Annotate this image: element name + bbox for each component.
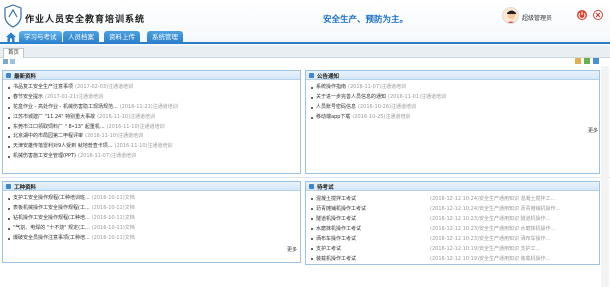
tab-study-exam[interactable]: 学习与考试 <box>19 31 62 44</box>
exam-row[interactable]: 装载机操作工考试 (2016-12-12 10:19)安全生产通用知识 装载机操作… <box>306 254 599 264</box>
list-item[interactable]: 支护工安全操作规程(工种培训班... (2016-10-11)文档 <box>3 194 300 204</box>
list-item[interactable]: 东莞市江口领取饲料厂 " 8•13" 起重机... (2016-11-10)注通道… <box>3 123 300 133</box>
page-tab-bar: 首页 <box>0 46 610 58</box>
list-icon <box>6 184 11 189</box>
list-item[interactable]: 移动端app下载 (2016-10-25)注通道培训 <box>306 113 599 123</box>
tab-home-page[interactable]: 首页 <box>3 48 25 58</box>
work-type-list: 支护工安全操作规程(工种培训班... (2016-10-11)文档 表板机械操作工… <box>3 191 300 243</box>
close-icon <box>595 12 601 18</box>
exam-list: 混凝土搅拌工考试 (2016-12-12 10:24)安全生产通用知识 混凝土搅拌… <box>306 191 599 264</box>
panel-header: 工种资料 <box>3 182 300 191</box>
list-item[interactable]: 花盒作业 - 高处作业 - 机械伤害隐工现场规范... (2016-11-21)注… <box>3 103 300 113</box>
panel-title: 待考试 <box>317 185 334 191</box>
latest-list: 书品复工安全生产注意事项 (2017-02-03)注通道培训 春节安全提示 (201… <box>3 80 300 162</box>
app-root: 作业人员安全教育培训系统 安全生产、预防为主。 超级管理员 学习与考试 人员档案… <box>0 0 610 287</box>
slogan: 安全生产、预防为主。 <box>323 15 409 25</box>
user-name[interactable]: 超级管理员 <box>522 13 552 22</box>
list-icon <box>309 184 314 189</box>
divider <box>0 177 610 178</box>
app-title: 作业人员安全教育培训系统 <box>25 15 146 25</box>
panel-work-type-materials: 工种资料 支护工安全操作规程(工种培训班... (2016-10-11)文档 表板… <box>2 181 301 263</box>
folder-icon[interactable] <box>575 58 581 64</box>
panel-pending-exams: 待考试 混凝土搅拌工考试 (2016-12-12 10:24)安全生产通用知识 混… <box>305 181 600 265</box>
list-item[interactable]: 天津安雄传落雷利对9人受到 就地普查卡项... (2016-11-10)注通道培训 <box>3 142 300 152</box>
window-icon[interactable] <box>593 58 599 64</box>
close-button[interactable] <box>593 10 603 20</box>
list-item[interactable]: 书品复工安全生产注意事项 (2017-02-03)注通道培训 <box>3 83 300 93</box>
logout-button[interactable] <box>577 10 587 20</box>
exam-row[interactable]: 洒布车操作工考试 (2016-12-12 10:23)安全生产通用知识 洒布车操作… <box>306 234 599 244</box>
panel-title: 工种资料 <box>14 185 37 191</box>
home-icon[interactable] <box>5 31 17 43</box>
tab-material-upload[interactable]: 资料上传 <box>104 31 140 44</box>
exam-row[interactable]: 水磨抹机操作工考试 (2016-12-12 10:23)安全生产通用知识 水磨抹机… <box>306 224 599 234</box>
collapse-icon[interactable] <box>3 59 8 64</box>
list-item[interactable]: 系统操作指南 (2016-11-07)注通道培训 <box>306 83 599 93</box>
logo-icon <box>4 4 22 28</box>
tab-system-admin[interactable]: 系统管理 <box>147 31 183 44</box>
list-icon <box>309 73 314 78</box>
more-link[interactable]: 更多 <box>287 246 297 253</box>
refresh-icon[interactable] <box>10 59 15 64</box>
tile-icon[interactable] <box>584 58 590 64</box>
panel-header: 最新资料 <box>3 71 300 80</box>
list-item[interactable]: "气割、电焊的 "十不烧" 规定(工... (2016-10-11)文档 <box>3 224 300 234</box>
list-item[interactable]: 北京湖中的市局园第二甲程评审 (2016-11-10)注通道培训 <box>3 132 300 142</box>
list-item[interactable]: 表板机械操作工安全操作规程(工... (2016-10-11)文档 <box>3 204 300 214</box>
exam-row[interactable]: 沥青摊铺机操作工考试 (2016-12-12 10:24)安全生产通用知识 沥青摊… <box>306 204 599 214</box>
list-item[interactable]: 春节安全提示 (2017-01-21)注通道培训 <box>3 93 300 103</box>
panel-latest-materials: 最新资料 书品复工安全生产注意事项 (2017-02-03)注通道培训 春节安全提… <box>2 70 301 174</box>
list-item[interactable]: 机械伤害施工安全管理(PPT) (2016-11-07)注通道培训 <box>3 152 300 162</box>
list-item[interactable]: 关于进一步完善人员信息的通知 (2016-11-01)注通道培训 <box>306 93 599 103</box>
exam-row[interactable]: 支护工考试 (2016-12-12 10:19)安全生产通用知识 支护工... <box>306 244 599 254</box>
list-icon <box>6 73 11 78</box>
exam-row[interactable]: 混凝土搅拌工考试 (2016-12-12 10:24)安全生产通用知识 混凝土搅拌… <box>306 194 599 204</box>
panel-header: 公告通知 <box>306 71 599 80</box>
exam-row[interactable]: 隧道机操作工考试 (2016-12-12 10:23)安全生产通用知识 隧道机操作… <box>306 214 599 224</box>
notice-list: 系统操作指南 (2016-11-07)注通道培训 关于进一步完善人员信息的通知 (2… <box>306 80 599 123</box>
scrollbar[interactable] <box>601 66 609 287</box>
main-nav: 学习与考试 人员档案 资料上传 系统管理 <box>0 30 610 44</box>
list-item[interactable]: 江苏市城建厂 "11.24" 特别重大事故 (2016-11-10)注通道培训 <box>3 113 300 123</box>
tab-personnel-files[interactable]: 人员档案 <box>63 31 99 44</box>
list-item[interactable]: 爆破安全员操作注意事项(工种培... (2016-10-11)文档 <box>3 234 300 244</box>
list-item[interactable]: 钻机操作工安全操作规程(工种培... (2016-10-11)文档 <box>3 214 300 224</box>
power-icon <box>578 11 586 19</box>
toolbar <box>0 58 610 66</box>
list-item[interactable]: 人员账号密码信息 (2016-10-26)注通道培训 <box>306 103 599 113</box>
avatar[interactable] <box>502 7 519 24</box>
more-link[interactable]: 更多 <box>588 127 598 134</box>
panel-title: 公告通知 <box>317 74 340 80</box>
panel-header: 待考试 <box>306 182 599 191</box>
panel-notices: 公告通知 系统操作指南 (2016-11-07)注通道培训 关于进一步完善人员信息… <box>305 70 600 174</box>
panel-title: 最新资料 <box>14 74 37 80</box>
